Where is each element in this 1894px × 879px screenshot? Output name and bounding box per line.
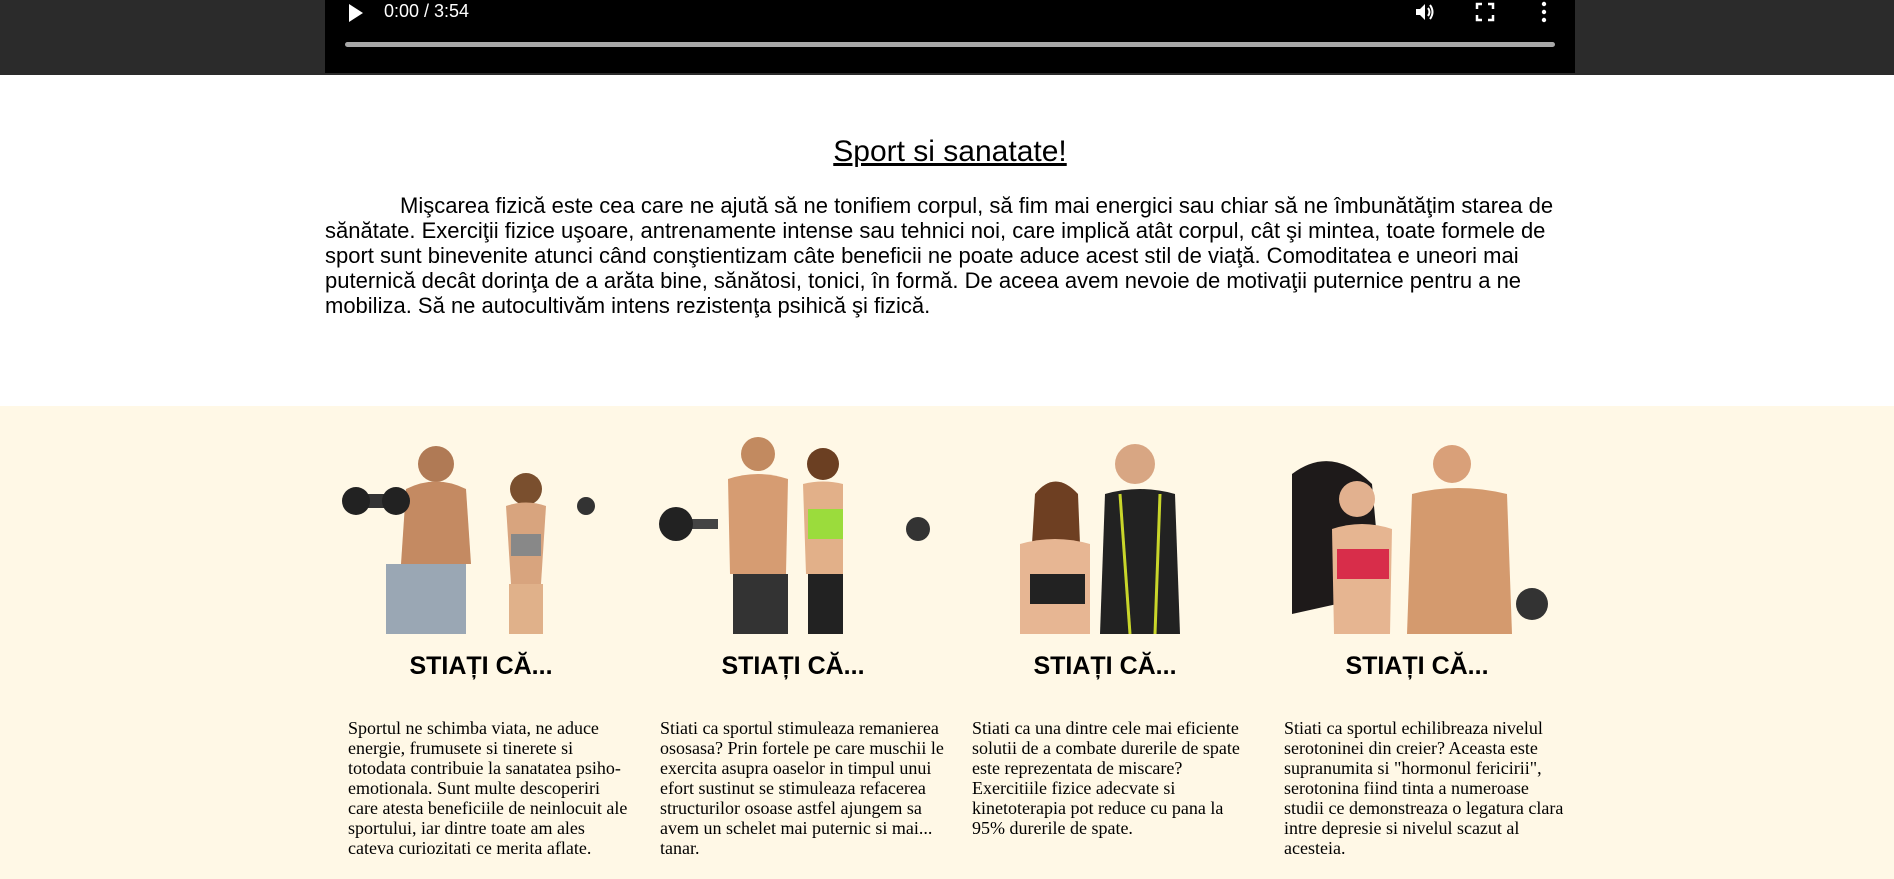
volume-icon[interactable] — [1412, 0, 1438, 24]
video-player[interactable]: 0:00 / 3:54 — [325, 0, 1575, 73]
fact-card-text: Stiati ca sportul stimuleaza remanierea … — [660, 718, 944, 858]
more-options-icon[interactable] — [1531, 0, 1557, 24]
fitness-couple-image — [1292, 445, 1548, 634]
fullscreen-icon[interactable] — [1472, 0, 1498, 24]
play-icon[interactable] — [345, 2, 367, 24]
intro-paragraph: Mişcarea fizică este cea care ne ajută s… — [325, 193, 1554, 318]
fact-card-heading: STIAȚI CĂ... — [1345, 652, 1489, 680]
page-title: Sport si sanatate! — [833, 135, 1067, 168]
fitness-couple-image — [659, 437, 930, 634]
fact-card-heading: STIAȚI CĂ... — [1033, 652, 1177, 680]
fitness-couple-image — [1020, 444, 1180, 634]
fitness-couple-image — [342, 446, 595, 634]
fact-card-heading: STIAȚI CĂ... — [721, 652, 865, 680]
facts-section: STIAȚI CĂ... Sportul ne schimba viata, n… — [0, 406, 1894, 879]
fact-card-text: Stiati ca una dintre cele mai eficiente … — [972, 718, 1240, 838]
video-time: 0:00 / 3:54 — [384, 1, 470, 21]
fact-card-text: Sportul ne schimba viata, ne aduce energ… — [348, 718, 628, 858]
fact-card-heading: STIAȚI CĂ... — [409, 652, 553, 680]
video-progress-bar[interactable] — [345, 42, 1555, 47]
fact-card-text: Stiati ca sportul echilibreaza nivelul s… — [1284, 718, 1564, 858]
